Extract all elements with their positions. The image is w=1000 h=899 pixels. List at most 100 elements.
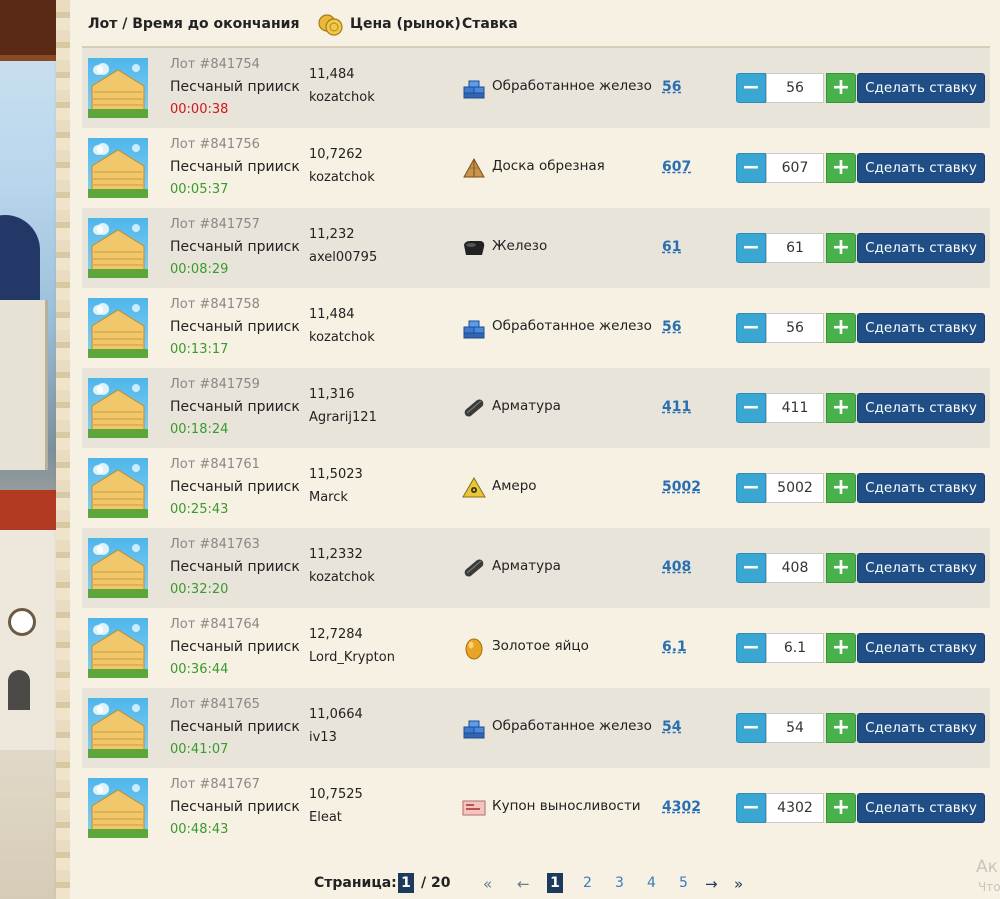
table-header: Лот / Время до окончания Цена (рынок) Ст… <box>82 0 990 48</box>
processed-iron-icon <box>463 320 485 339</box>
bid-quantity-input[interactable] <box>766 153 824 183</box>
bid-amount-link[interactable]: 411 <box>662 399 691 415</box>
bid-amount-link[interactable]: 56 <box>662 79 681 95</box>
decrease-button[interactable]: − <box>736 233 766 263</box>
bid-amount-link[interactable]: 61 <box>662 239 681 255</box>
place-bid-button[interactable]: Сделать ставку <box>857 713 985 743</box>
bid-quantity-input[interactable] <box>766 313 824 343</box>
decrease-button[interactable]: − <box>736 393 766 423</box>
time-remaining: 00:41:07 <box>170 742 229 757</box>
resource-name: Обработанное железо <box>492 318 652 334</box>
resource-name: Арматура <box>492 558 561 574</box>
time-remaining: 00:36:44 <box>170 662 229 677</box>
lot-name: Песчаный прииск <box>170 319 300 335</box>
time-remaining: 00:08:29 <box>170 262 229 277</box>
bid-amount-link[interactable]: 6.1 <box>662 639 687 655</box>
seller-name: kozatchok <box>309 570 375 585</box>
decrease-button[interactable]: − <box>736 713 766 743</box>
decrease-button[interactable]: − <box>736 553 766 583</box>
lot-number: Лот #841759 <box>170 377 260 392</box>
bid-amount-link[interactable]: 408 <box>662 559 691 575</box>
place-bid-button[interactable]: Сделать ставку <box>857 633 985 663</box>
place-bid-button[interactable]: Сделать ставку <box>857 233 985 263</box>
increase-button[interactable]: + <box>826 73 856 103</box>
page-link-3[interactable]: 3 <box>615 875 624 891</box>
bid-amount-link[interactable]: 56 <box>662 319 681 335</box>
bid-amount-link[interactable]: 607 <box>662 159 691 175</box>
lot-row: Лот #841761 Песчаный прииск 00:25:43 11,502… <box>82 448 990 528</box>
decrease-button[interactable]: − <box>736 793 766 823</box>
lot-row: Лот #841759 Песчаный прииск 00:18:24 11,316… <box>82 368 990 448</box>
lot-row: Лот #841757 Песчаный прииск 00:08:29 11,232… <box>82 208 990 288</box>
time-remaining: 00:05:37 <box>170 182 229 197</box>
lot-row: Лот #841754 Песчаный прииск 00:00:38 11,484… <box>82 48 990 128</box>
bid-quantity-input[interactable] <box>766 233 824 263</box>
increase-button[interactable]: + <box>826 313 856 343</box>
quantity-stepper: −+ <box>736 713 856 743</box>
auction-panel: Лот / Время до окончания Цена (рынок) Ст… <box>70 0 1000 899</box>
lot-number: Лот #841754 <box>170 57 260 72</box>
page-link-1[interactable]: 1 <box>547 873 563 893</box>
increase-button[interactable]: + <box>826 713 856 743</box>
lot-thumbnail <box>88 618 148 678</box>
market-price: 11,0664 <box>309 707 363 722</box>
amero-icon <box>462 477 486 498</box>
bid-quantity-input[interactable] <box>766 393 824 423</box>
lot-thumbnail <box>88 138 148 198</box>
board-icon <box>463 157 485 178</box>
resource-name: Доска обрезная <box>492 158 605 174</box>
decrease-button[interactable]: − <box>736 313 766 343</box>
pagination-label: Страница: <box>314 875 397 891</box>
place-bid-button[interactable]: Сделать ставку <box>857 473 985 503</box>
first-page-button[interactable]: « <box>483 875 492 893</box>
prev-page-button[interactable]: ← <box>517 875 530 893</box>
page-link-5[interactable]: 5 <box>679 875 688 891</box>
last-page-button[interactable]: » <box>734 875 743 893</box>
bid-quantity-input[interactable] <box>766 473 824 503</box>
quantity-stepper: −+ <box>736 233 856 263</box>
bid-amount-link[interactable]: 5002 <box>662 479 701 495</box>
decrease-button[interactable]: − <box>736 153 766 183</box>
place-bid-button[interactable]: Сделать ставку <box>857 553 985 583</box>
increase-button[interactable]: + <box>826 393 856 423</box>
lot-number: Лот #841765 <box>170 697 260 712</box>
bid-quantity-input[interactable] <box>766 713 824 743</box>
page-link-2[interactable]: 2 <box>583 875 592 891</box>
market-price: 11,484 <box>309 307 355 322</box>
increase-button[interactable]: + <box>826 633 856 663</box>
resource-name: Железо <box>492 238 548 254</box>
increase-button[interactable]: + <box>826 793 856 823</box>
place-bid-button[interactable]: Сделать ставку <box>857 793 985 823</box>
place-bid-button[interactable]: Сделать ставку <box>857 153 985 183</box>
increase-button[interactable]: + <box>826 153 856 183</box>
quantity-stepper: −+ <box>736 393 856 423</box>
resource-name: Обработанное железо <box>492 78 652 94</box>
bid-quantity-input[interactable] <box>766 793 824 823</box>
lot-name: Песчаный прииск <box>170 479 300 495</box>
place-bid-button[interactable]: Сделать ставку <box>857 73 985 103</box>
page-link-4[interactable]: 4 <box>647 875 656 891</box>
market-price: 11,2332 <box>309 547 363 562</box>
time-remaining: 00:25:43 <box>170 502 229 517</box>
increase-button[interactable]: + <box>826 553 856 583</box>
bid-amount-link[interactable]: 4302 <box>662 799 701 815</box>
bid-quantity-input[interactable] <box>766 553 824 583</box>
place-bid-button[interactable]: Сделать ставку <box>857 313 985 343</box>
decrease-button[interactable]: − <box>736 73 766 103</box>
market-price: 12,7284 <box>309 627 363 642</box>
market-price: 10,7525 <box>309 787 363 802</box>
lot-row: Лот #841758 Песчаный прииск 00:13:17 11,484… <box>82 288 990 368</box>
lot-name: Песчаный прииск <box>170 159 300 175</box>
bid-quantity-input[interactable] <box>766 73 824 103</box>
bid-quantity-input[interactable] <box>766 633 824 663</box>
lot-name: Песчаный прииск <box>170 239 300 255</box>
place-bid-button[interactable]: Сделать ставку <box>857 393 985 423</box>
seller-name: kozatchok <box>309 330 375 345</box>
decrease-button[interactable]: − <box>736 633 766 663</box>
bid-amount-link[interactable]: 54 <box>662 719 681 735</box>
increase-button[interactable]: + <box>826 233 856 263</box>
decrease-button[interactable]: − <box>736 473 766 503</box>
increase-button[interactable]: + <box>826 473 856 503</box>
time-remaining: 00:00:38 <box>170 102 229 117</box>
next-page-button[interactable]: → <box>705 875 718 893</box>
